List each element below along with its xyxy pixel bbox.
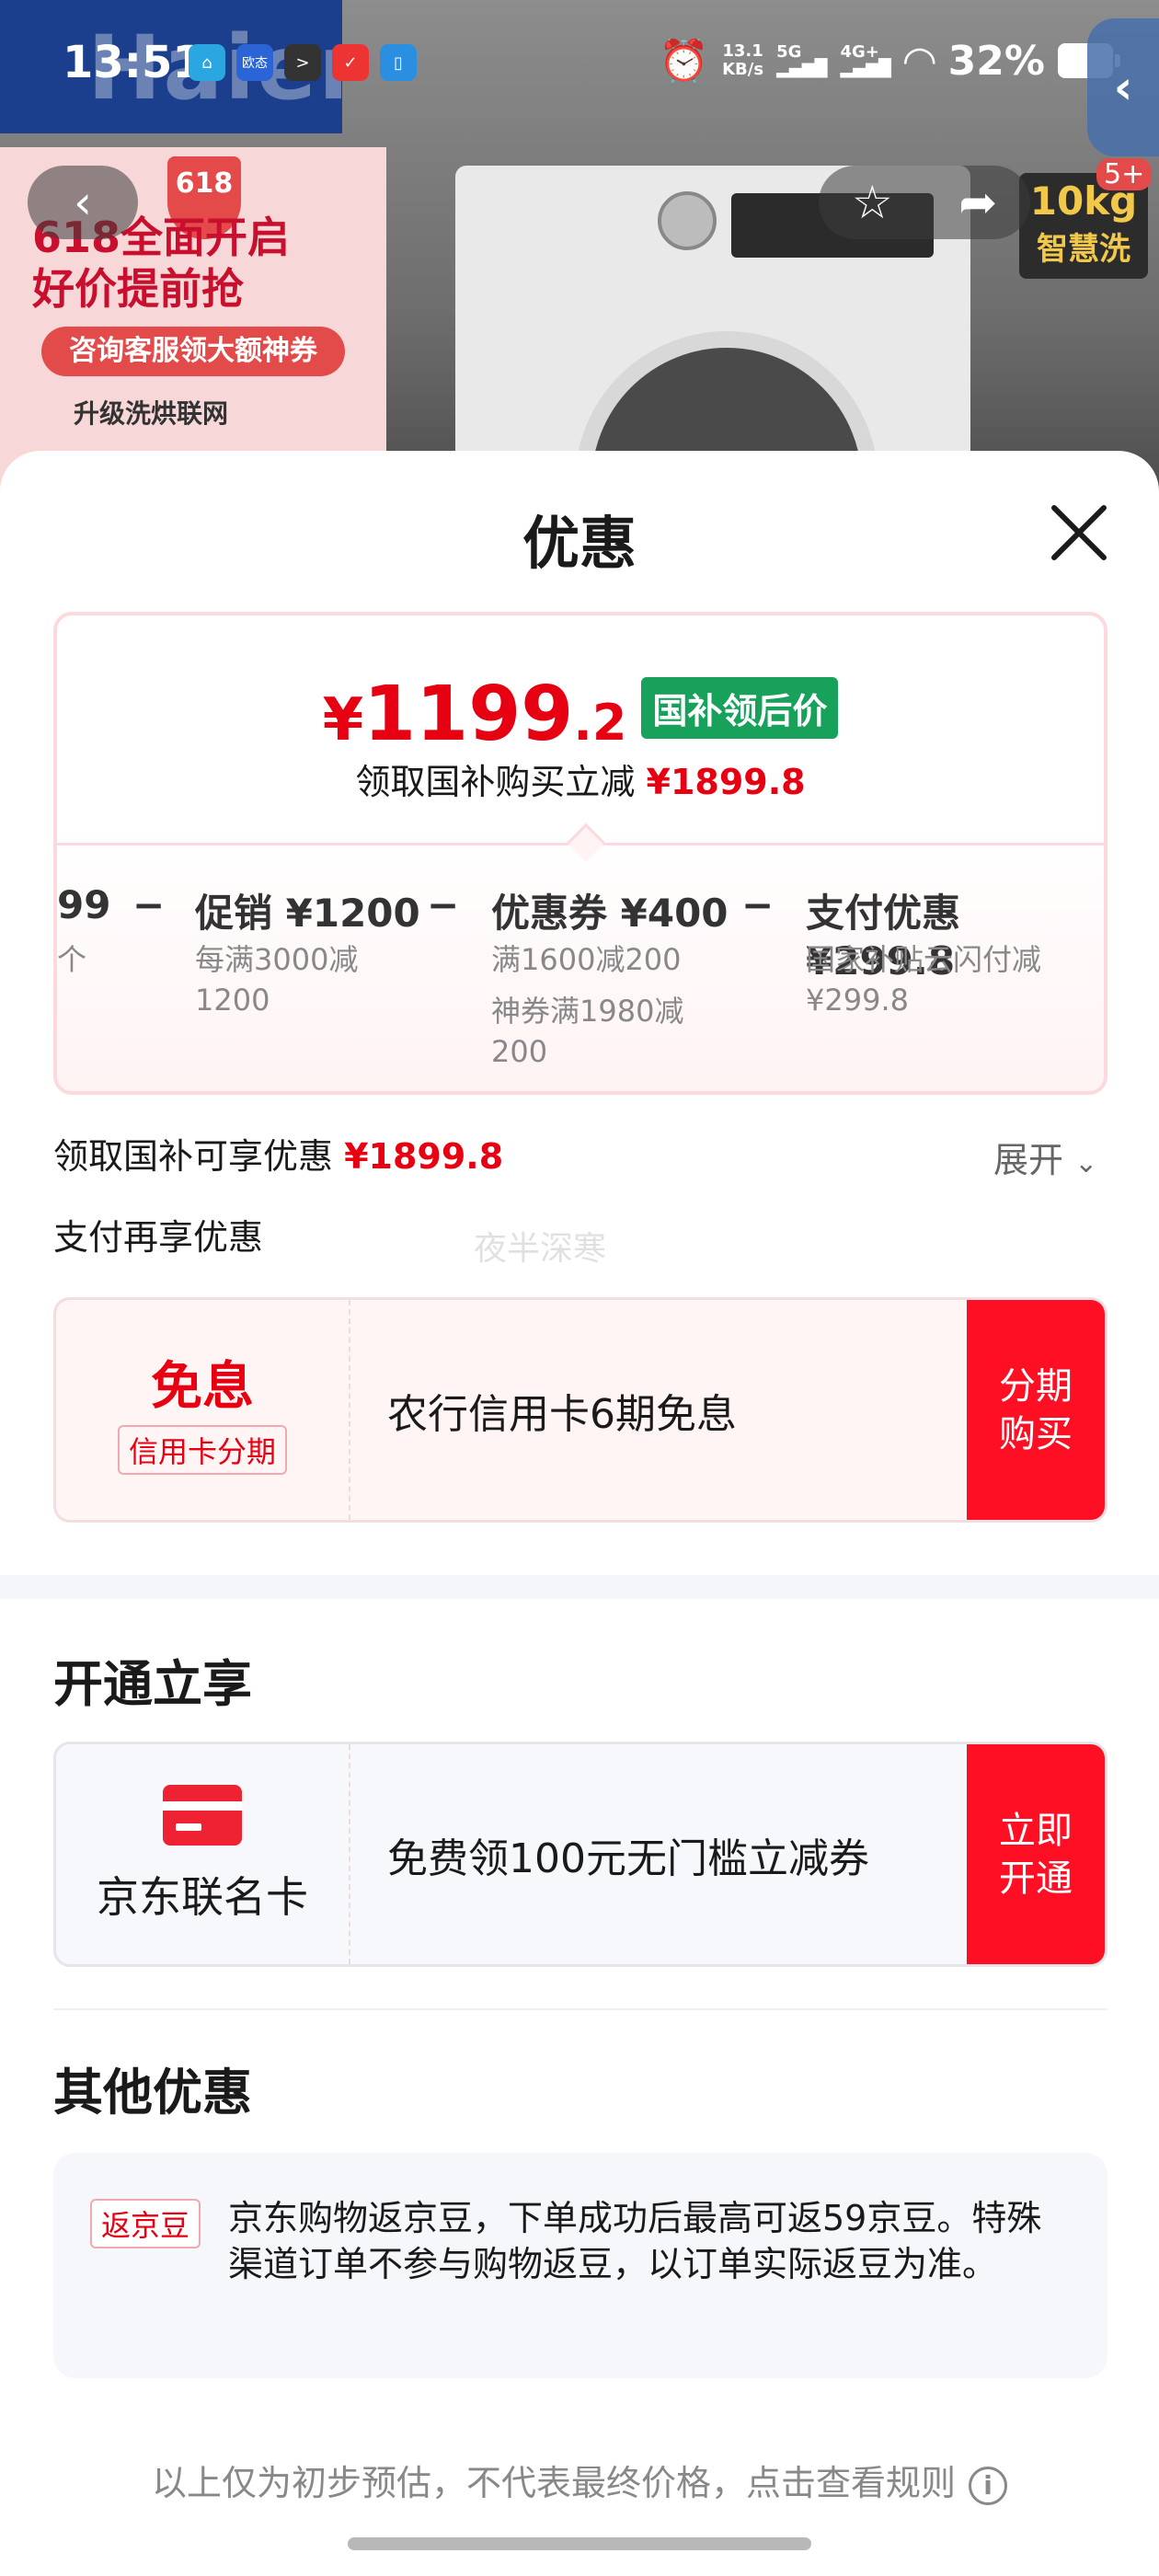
other-section-title: 其他优惠	[53, 2064, 252, 2122]
status-bar: 13:51 ⌂ 欧态 > ✓ ▯ ⏰ 13.1 KB/s 5G ▂▄▆█ 4G+ ▂…	[0, 0, 1159, 129]
alarm-icon: ⏰	[659, 38, 710, 85]
jd-cobrand-card[interactable]: 京东联名卡 免费领100元无门槛立减券 立即 开通	[53, 1742, 1107, 1967]
minus-sign: −	[427, 882, 460, 927]
divider	[53, 2008, 1107, 2010]
final-price-row: ¥1199.2 国补领后价	[57, 671, 1104, 758]
jd-card-left: 京东联名卡	[56, 1744, 350, 1964]
price-breakdown-card: ¥1199.2 国补领后价 领取国补购买立减 ¥1899.8 99 个 − 促销…	[53, 612, 1107, 1095]
credit-installment-tag: 信用卡分期	[117, 1425, 287, 1475]
rules-note[interactable]: 以上仅为初步预估，不代表最终价格，点击查看规则 i	[0, 2455, 1159, 2505]
minus-sign: −	[741, 882, 775, 927]
chevron-left-icon: ‹	[74, 176, 92, 229]
phone-app-icon: ▯	[380, 44, 417, 81]
jd-card-text: 免费领100元无门槛立减券	[387, 1834, 869, 1882]
interest-free-title: 免息	[151, 1357, 254, 1417]
expand-button[interactable]: 展开 ⌄	[993, 1132, 1097, 1182]
signal-4g: 4G+ ▂▄▆█	[840, 42, 891, 78]
jd-bean-box: 返京豆 京东购物返京豆，下单成功后最高可返59京豆。特殊渠道订单不参与购物返豆，…	[53, 2153, 1107, 2378]
gov-subsidy-row: 领取国补可享优惠 ¥1899.8	[53, 1136, 504, 1177]
sheet-title: 优惠	[522, 510, 637, 577]
home-indicator[interactable]	[348, 2537, 811, 2550]
badge-plus: 5+	[1096, 158, 1153, 190]
calc-truncated-value: 99	[57, 882, 111, 927]
interest-free-left: 免息 信用卡分期	[56, 1300, 350, 1520]
interest-free-card[interactable]: 免息 信用卡分期 农行信用卡6期免息 分期 购买	[53, 1297, 1107, 1523]
calc-pay-detail: 国家补贴云闪付减 ¥299.8	[806, 942, 1042, 1018]
jd-bean-tag: 返京豆	[90, 2199, 201, 2248]
gov-subsidy-price-tag: 国补领后价	[641, 677, 839, 739]
top-actions: ☆ ➦	[819, 166, 1030, 239]
open-section-title: 开通立享	[53, 1655, 252, 1713]
terminal-app-icon: >	[284, 44, 321, 81]
open-now-button[interactable]: 立即 开通	[967, 1744, 1105, 1964]
minus-sign: −	[132, 882, 166, 927]
status-right: ⏰ 13.1 KB/s 5G ▂▄▆█ 4G+ ▂▄▆█ ◠ 32%	[659, 37, 1120, 85]
status-time: 13:51	[63, 37, 203, 88]
poster-button: 咨询客服领大额神券	[41, 327, 345, 376]
star-icon[interactable]: ☆	[852, 176, 893, 229]
wifi-icon: ◠	[903, 37, 935, 85]
back-button[interactable]: ‹	[28, 166, 138, 239]
jd-card-name: 京东联名卡	[97, 1871, 308, 1922]
home-app-icon: ⌂	[189, 44, 225, 81]
watermark: 夜半深寒	[474, 1230, 607, 1268]
final-price: ¥1199.2	[322, 671, 627, 758]
calc-promo-title: 促销 ¥1200	[195, 891, 420, 936]
calc-truncated-sub: 个	[57, 942, 87, 977]
pay-section-label: 支付再享优惠	[53, 1217, 264, 1258]
washer-knob	[658, 191, 717, 250]
calc-coupon-title: 优惠券 ¥400	[491, 891, 729, 936]
poster-line: 升级洗烘联网	[74, 398, 229, 429]
installment-buy-button[interactable]: 分期 购买	[967, 1300, 1105, 1520]
mail-app-icon: ✓	[332, 44, 369, 81]
chevron-left-icon: ‹	[1113, 61, 1133, 114]
jd-bean-text: 京东购物返京豆，下单成功后最高可返59京豆。特殊渠道订单不参与购物返豆，以订单实…	[228, 2198, 1042, 2284]
share-icon[interactable]: ➦	[958, 176, 997, 229]
notification-icons: ⌂ 欧态 > ✓ ▯	[189, 44, 417, 81]
network-speed: 13.1 KB/s	[722, 41, 764, 79]
battery-percent: 32%	[947, 37, 1045, 85]
price-reduction-line: 领取国补购买立减 ¥1899.8	[355, 762, 806, 802]
interest-free-text: 农行信用卡6期免息	[387, 1390, 737, 1438]
caret-pointer	[566, 822, 606, 863]
signal-5g: 5G ▂▄▆█	[776, 42, 828, 78]
close-icon[interactable]	[1047, 500, 1111, 565]
calc-promo-detail: 每满3000减 1200	[195, 942, 359, 1018]
oumai-app-icon: 欧态	[236, 44, 273, 81]
chevron-down-icon: ⌄	[1074, 1147, 1098, 1179]
section-gap	[0, 1575, 1159, 1599]
info-icon[interactable]: i	[969, 2466, 1007, 2505]
credit-card-icon	[163, 1784, 242, 1846]
side-collapse-tab[interactable]: ‹	[1087, 18, 1159, 156]
calc-coupon-detail: 满1600减200 神券满1980减 200	[491, 942, 684, 1069]
